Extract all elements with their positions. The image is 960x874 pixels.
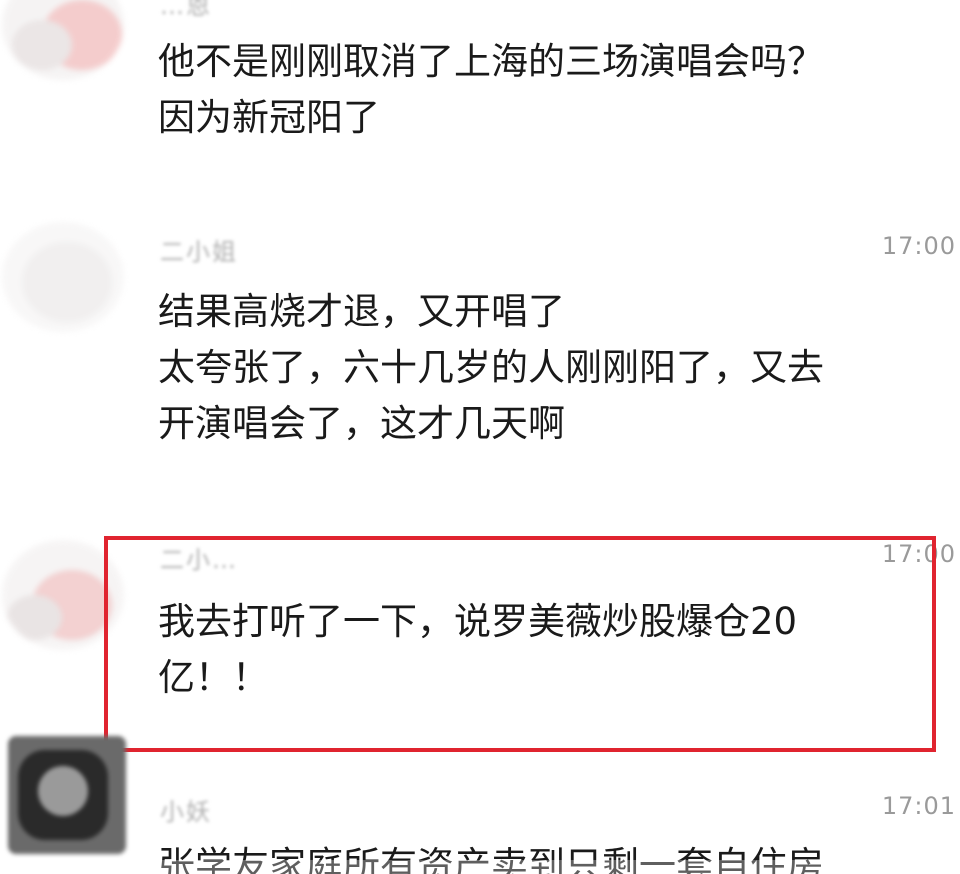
comment-1: …恩 他不是刚刚取消了上海的三场演唱会吗？ 因为新冠阳了: [0, 0, 960, 170]
username[interactable]: …恩: [160, 0, 212, 21]
username[interactable]: 二小姐: [160, 232, 238, 267]
avatar-detail: [22, 242, 112, 322]
user-avatar[interactable]: [2, 0, 124, 80]
comment-time: 17:00: [881, 232, 956, 260]
comment-line: 他不是刚刚取消了上海的三场演唱会吗？: [158, 40, 824, 83]
comment-text: 结果高烧才退，又开唱了 太夸张了，六十几岁的人刚刚阳了，又去 开演唱会了，这才几…: [158, 284, 824, 452]
avatar-detail: [12, 20, 72, 70]
user-avatar[interactable]: [2, 222, 124, 332]
comment-line: 开演唱会了，这才几天啊: [158, 402, 565, 445]
avatar-detail: [38, 766, 88, 816]
username[interactable]: 小妖: [160, 792, 212, 827]
comment-line: 太夸张了，六十几岁的人刚刚阳了，又去: [158, 346, 824, 389]
avatar-detail: [7, 595, 62, 640]
user-avatar[interactable]: [8, 736, 126, 854]
comment-time: 17:01: [881, 792, 956, 820]
comment-line: 因为新冠阳了: [158, 96, 380, 139]
bottom-edge: [0, 860, 960, 874]
highlight-box: [104, 536, 936, 752]
comment-text: 他不是刚刚取消了上海的三场演唱会吗？ 因为新冠阳了: [158, 34, 824, 146]
comment-line: 结果高烧才退，又开唱了: [158, 290, 565, 333]
